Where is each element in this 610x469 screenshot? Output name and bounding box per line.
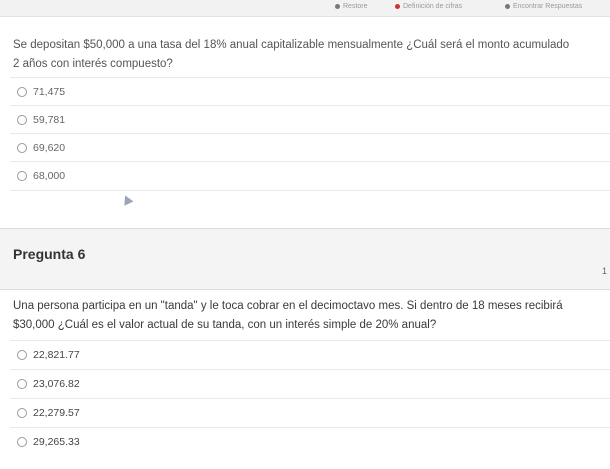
question-6-option-4[interactable]: 29,265.33 <box>10 427 610 456</box>
question-5-option-3[interactable]: 69,620 <box>10 133 610 162</box>
bullet-icon <box>335 3 340 9</box>
question-6-header: Pregunta 6 1 <box>0 228 610 290</box>
radio-button[interactable] <box>17 115 27 125</box>
question-6-title: Pregunta 6 <box>13 246 86 262</box>
radio-button[interactable] <box>17 171 27 181</box>
radio-button[interactable] <box>17 437 27 447</box>
question-5-block: Se depositan $50,000 a una tasa del 18% … <box>0 16 610 212</box>
question-6-points: 1 <box>601 266 607 276</box>
question-5-option-1[interactable]: 71,475 <box>10 77 610 106</box>
radio-button[interactable] <box>17 143 27 153</box>
radio-button[interactable] <box>17 379 27 389</box>
globe-icon <box>505 3 510 9</box>
question-6-text: Una persona participa en un "tanda" y le… <box>13 300 563 331</box>
question-6-option-3[interactable]: 22,279.57 <box>10 398 610 427</box>
bookmark-icon <box>395 3 400 9</box>
radio-button[interactable] <box>17 87 27 97</box>
toolbar-item-find-answers[interactable]: Encontrar Respuestas <box>505 3 582 10</box>
toolbar-item-definition[interactable]: Definición de cifras <box>395 3 462 10</box>
question-5-text: Se depositan $50,000 a una tasa del 18% … <box>13 39 570 70</box>
question-6-option-1[interactable]: 22,821.77 <box>10 340 610 369</box>
radio-button[interactable] <box>17 408 27 418</box>
toolbar-item-restore[interactable]: Restore <box>335 3 368 10</box>
question-5-option-4[interactable]: 68,000 <box>10 161 610 191</box>
question-6-block: Una persona participa en un "tanda" y le… <box>0 289 610 469</box>
radio-button[interactable] <box>17 350 27 360</box>
question-5-option-2[interactable]: 59,781 <box>10 105 610 134</box>
question-6-option-2[interactable]: 23,076.82 <box>10 369 610 398</box>
browser-toolbar: Restore Definición de cifras Encontrar R… <box>0 0 610 17</box>
